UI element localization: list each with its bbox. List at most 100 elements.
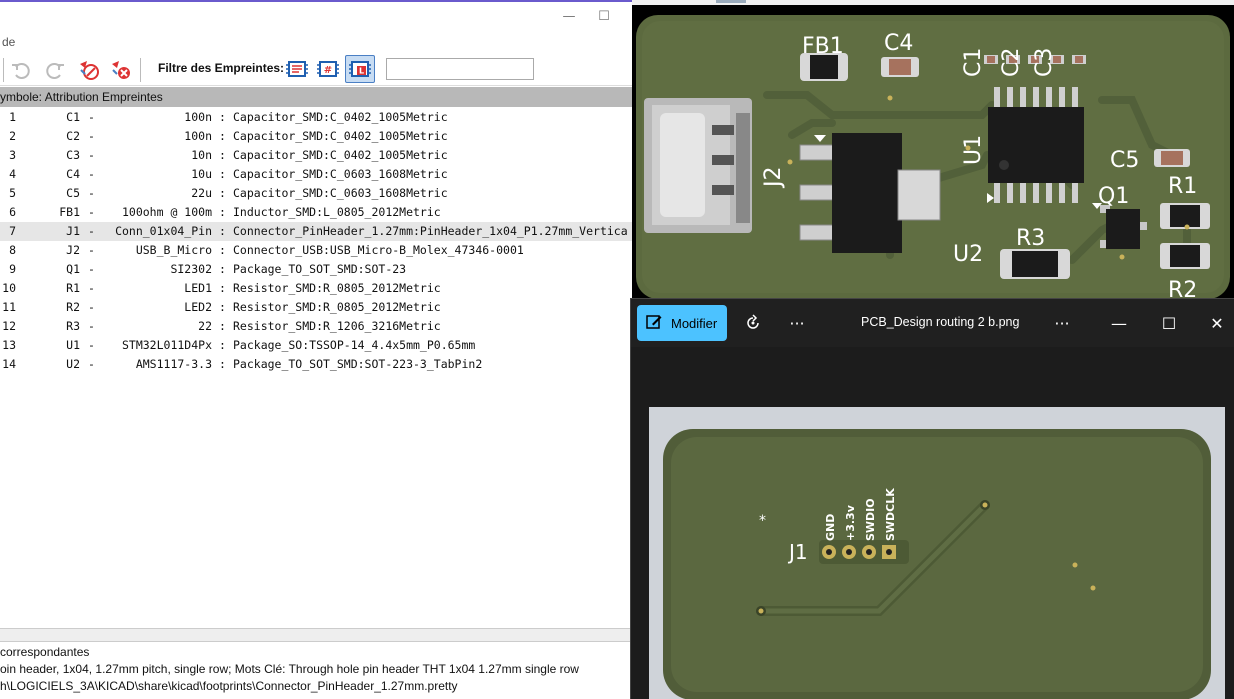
row-value: 22 <box>198 319 212 333</box>
more-options-icon[interactable]: ··· <box>787 313 807 333</box>
info-line-description: oin header, 1x04, 1.27mm pitch, single r… <box>0 662 579 676</box>
row-value: 100n <box>184 129 212 143</box>
label-c1: C1 <box>961 48 986 77</box>
table-row[interactable]: 6 FB1-100ohm @ 100m: Inductor_SMD:L_0805_2… <box>0 203 632 222</box>
maximize-icon[interactable]: ☐ <box>1159 313 1179 333</box>
row-footprint: Resistor_SMD:R_1206_3216Metric <box>233 319 441 333</box>
row-colon: : <box>219 262 226 276</box>
table-row[interactable]: 10 R1- LED1: Resistor_SMD:R_0805_2012Metric <box>0 279 632 298</box>
taskbar-indicator <box>716 0 746 3</box>
info-line-path: h\LOGICIELS_3A\KICAD\share\kicad\footpri… <box>0 679 458 693</box>
row-reference: C3 <box>66 148 80 162</box>
row-reference: U1 <box>66 338 80 352</box>
footprint-filter-input[interactable] <box>386 58 534 80</box>
symbol-footprint-list: 1 C1-100n: Capacitor_SMD:C_0402_1005Metric… <box>0 108 632 374</box>
edit-label: Modifier <box>671 315 718 331</box>
table-row[interactable]: 3 C3-10n: Capacitor_SMD:C_0402_1005Metric <box>0 146 632 165</box>
label-j1: J1 <box>787 540 808 564</box>
panel-divider[interactable] <box>0 628 632 642</box>
table-row[interactable]: 12 R3-22: Resistor_SMD:R_1206_3216Metric <box>0 317 632 336</box>
row-colon: : <box>219 357 226 371</box>
row-reference: U2 <box>66 357 80 371</box>
table-row[interactable]: 2 C2-100n: Capacitor_SMD:C_0402_1005Metric <box>0 127 632 146</box>
rotate-icon[interactable] <box>743 313 763 333</box>
menu-item-help[interactable]: de <box>2 35 15 49</box>
table-row[interactable]: 9 Q1- SI2302: Package_TO_SOT_SMD:SOT-23 <box>0 260 632 279</box>
edit-button[interactable]: Modifier <box>637 305 727 341</box>
row-footprint: Inductor_SMD:L_0805_2012Metric <box>233 205 441 219</box>
table-row[interactable]: 7 J1- Conn_01x04_Pin: Connector_PinHeader_1… <box>0 222 632 241</box>
row-colon: : <box>219 338 226 352</box>
toolbar-separator <box>140 58 141 82</box>
row-reference: C2 <box>66 129 80 143</box>
delete-associations-icon[interactable] <box>108 58 134 82</box>
row-colon: : <box>219 148 226 162</box>
row-value: 22u <box>191 186 212 200</box>
info-line-title: correspondantes <box>0 645 90 659</box>
row-footprint: Capacitor_SMD:C_0402_1005Metric <box>233 148 448 162</box>
row-value: USB_B_Micro <box>135 243 212 257</box>
undo-icon[interactable] <box>8 58 34 82</box>
label-r3: R3 <box>1016 226 1045 251</box>
row-footprint: Resistor_SMD:R_0805_2012Metric <box>233 281 441 295</box>
table-row[interactable]: 14 U2- AMS1117-3.3: Package_TO_SOT_SMD:SOT-… <box>0 355 632 374</box>
label-fb1: FB1 <box>802 34 844 59</box>
pcb-3d-viewer[interactable]: FB1 C4 C1 C2 C3 J2 U1 C5 Q1 R1 R3 U2 R2 <box>632 0 1234 300</box>
minimize-icon[interactable]: — <box>1109 313 1129 333</box>
row-reference: C5 <box>66 186 80 200</box>
photos-title-bar: Modifier ··· PCB_Design routing 2 b.png … <box>631 299 1234 347</box>
row-dash: - <box>88 205 95 219</box>
filter-by-keywords-button[interactable] <box>282 55 312 83</box>
row-dash: - <box>88 224 95 238</box>
table-row[interactable]: 4 C4-10u: Capacitor_SMD:C_0603_1608Metric <box>0 165 632 184</box>
menu-bar: de <box>0 32 632 52</box>
toolbar-separator <box>3 58 4 82</box>
table-row[interactable]: 1 C1-100n: Capacitor_SMD:C_0402_1005Metric <box>0 108 632 127</box>
row-colon: : <box>219 224 226 238</box>
toolbar: Filtre des Empreintes: # L <box>0 52 632 86</box>
row-footprint: Capacitor_SMD:C_0603_1608Metric <box>233 167 448 181</box>
j2-usb-connector <box>644 98 752 233</box>
table-row[interactable]: 8 J2- USB_B_Micro: Connector_USB:USB_Micro-… <box>0 241 632 260</box>
redo-icon[interactable] <box>42 58 68 82</box>
symbol-list-header: ymbole: Attribution Empreintes <box>0 87 632 107</box>
label-u2: U2 <box>953 242 983 267</box>
row-reference: Q1 <box>66 262 80 276</box>
table-row[interactable]: 11 R2- LED2: Resistor_SMD:R_0805_2012Metric <box>0 298 632 317</box>
more-options-icon[interactable]: ··· <box>1052 313 1072 333</box>
row-footprint: Capacitor_SMD:C_0402_1005Metric <box>233 110 448 124</box>
filter-by-pin-count-button[interactable]: # <box>313 55 343 83</box>
row-value: SI2302 <box>170 262 212 276</box>
row-dash: - <box>88 262 95 276</box>
row-footprint: Package_TO_SOT_SMD:SOT-223-3_TabPin2 <box>233 357 483 371</box>
row-value: Conn_01x04_Pin <box>115 224 212 238</box>
row-dash: - <box>88 319 95 333</box>
row-dash: - <box>88 300 95 314</box>
row-footprint: Connector_USB:USB_Micro-B_Molex_47346-00… <box>233 243 524 257</box>
label-3v3: +3.3v <box>844 504 857 541</box>
label-c2: C2 <box>999 48 1024 77</box>
c4-capacitor <box>881 57 919 77</box>
row-value: 100n <box>184 110 212 124</box>
row-reference: J2 <box>66 243 80 257</box>
auto-associate-icon[interactable] <box>76 58 102 82</box>
row-colon: : <box>219 167 226 181</box>
j1-pin-header <box>819 540 909 564</box>
label-j2: J2 <box>761 167 786 190</box>
maximize-icon[interactable]: ☐ <box>597 10 611 24</box>
row-colon: : <box>219 319 226 333</box>
c5-capacitor <box>1154 149 1190 167</box>
row-value: 10u <box>191 167 212 181</box>
table-row[interactable]: 13 U1- STM32L011D4Px: Package_SO:TSSOP-14_4… <box>0 336 632 355</box>
image-canvas[interactable]: J1 * GND +3.3v SWDIO SWDCLK <box>631 347 1234 699</box>
table-row[interactable]: 5 C5-22u: Capacitor_SMD:C_0603_1608Metric <box>0 184 632 203</box>
row-footprint: Package_TO_SOT_SMD:SOT-23 <box>233 262 407 276</box>
row-reference: R3 <box>66 319 80 333</box>
label-c4: C4 <box>884 31 913 56</box>
r2-resistor <box>1160 243 1210 269</box>
filter-by-library-button[interactable]: L <box>345 55 375 83</box>
minimize-icon[interactable]: — <box>562 10 576 24</box>
row-value: LED2 <box>184 300 212 314</box>
close-icon[interactable]: ✕ <box>1207 313 1227 333</box>
footprint-info-panel: correspondantes oin header, 1x04, 1.27mm… <box>0 644 632 695</box>
